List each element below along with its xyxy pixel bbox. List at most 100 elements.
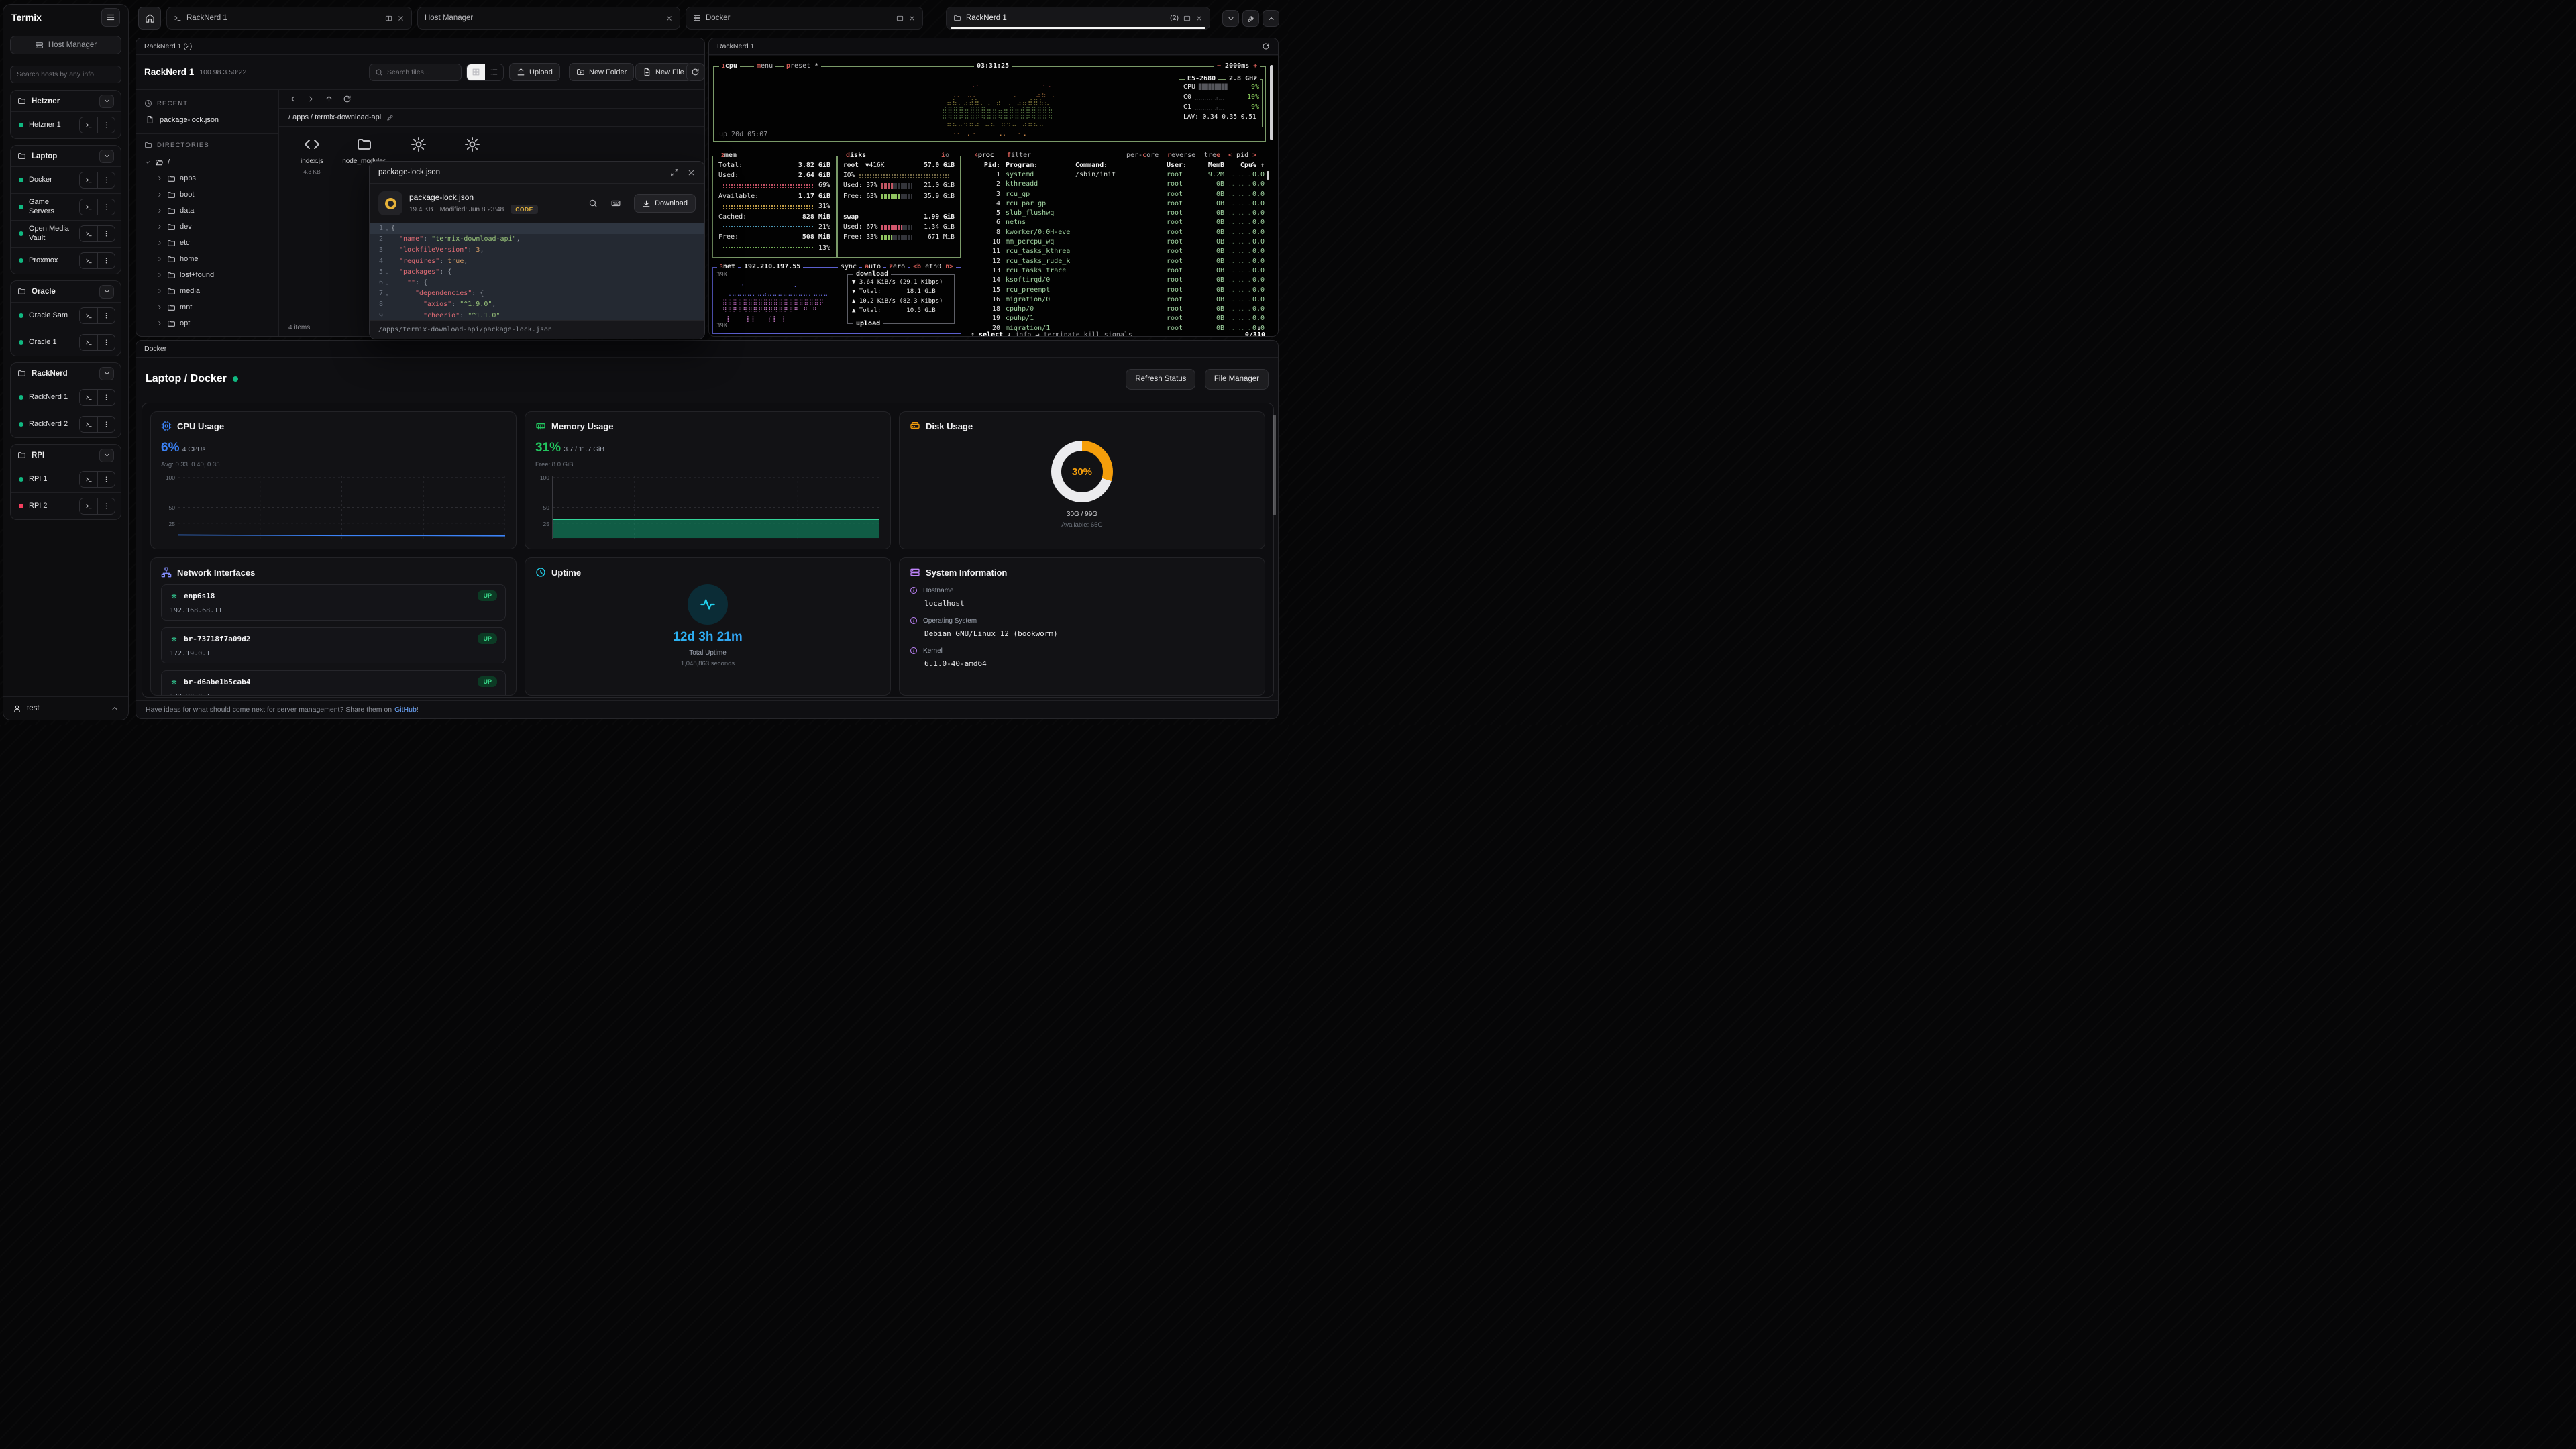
host-item-rpi-1[interactable]: RPI 1	[11, 466, 121, 492]
host-menu-button[interactable]	[97, 335, 115, 350]
host-manager-button[interactable]: Host Manager	[10, 36, 121, 54]
host-terminal-button[interactable]	[80, 253, 97, 268]
host-terminal-button[interactable]	[80, 308, 97, 323]
new-file-button[interactable]: New File	[635, 63, 692, 81]
group-collapse-button[interactable]	[99, 367, 114, 380]
home-button[interactable]	[138, 7, 161, 30]
host-item-rpi-2[interactable]: RPI 2	[11, 492, 121, 519]
file-tile-file[interactable]	[395, 136, 442, 158]
tab-docker[interactable]: Docker	[686, 7, 923, 30]
file-tile-index.js[interactable]: index.js 4.3 KB	[288, 136, 335, 175]
group-collapse-button[interactable]	[99, 285, 114, 299]
tree-item-media[interactable]: media	[144, 283, 270, 299]
group-collapse-button[interactable]	[99, 95, 114, 108]
host-terminal-button[interactable]	[80, 390, 97, 405]
tab-close-icon[interactable]	[665, 15, 673, 22]
host-menu-button[interactable]	[97, 226, 115, 241]
tab-host-manager[interactable]: Host Manager	[417, 7, 680, 30]
host-item-hetzner-1[interactable]: Hetzner 1	[11, 111, 121, 138]
tree-item-home[interactable]: home	[144, 251, 270, 267]
host-item-racknerd-2[interactable]: RackNerd 2	[11, 411, 121, 437]
tab-close-icon[interactable]	[908, 15, 916, 22]
host-terminal-button[interactable]	[80, 498, 97, 514]
tab-close-icon[interactable]	[397, 15, 405, 22]
tree-item-mnt[interactable]: mnt	[144, 299, 270, 315]
tree-item-etc[interactable]: etc	[144, 235, 270, 251]
tree-item-lost+found[interactable]: lost+found	[144, 267, 270, 283]
tree-item-apps[interactable]: apps	[144, 170, 270, 186]
split-view-icon[interactable]	[385, 15, 392, 22]
host-terminal-button[interactable]	[80, 335, 97, 350]
split-view-icon[interactable]	[1183, 15, 1191, 22]
host-terminal-button[interactable]	[80, 226, 97, 241]
expand-icon[interactable]	[670, 168, 679, 177]
host-menu-button[interactable]	[97, 117, 115, 133]
host-item-oracle-sam[interactable]: Oracle Sam	[11, 302, 121, 329]
grid-view-button[interactable]	[467, 64, 485, 80]
nav-refresh-icon[interactable]	[343, 95, 352, 103]
tree-item-opt[interactable]: opt	[144, 315, 270, 331]
tabs-collapse-button[interactable]	[1222, 10, 1239, 27]
file-tile-file[interactable]	[449, 136, 496, 158]
host-terminal-button[interactable]	[80, 117, 97, 133]
github-link[interactable]: GitHub	[394, 706, 417, 714]
terminal-screen[interactable]: 1cpu menu preset * 03:31:25 − 2000ms + ⠠…	[709, 56, 1278, 336]
tools-button[interactable]	[1242, 10, 1259, 27]
new-folder-button[interactable]: New Folder	[569, 63, 634, 81]
host-terminal-button[interactable]	[80, 472, 97, 487]
host-terminal-button[interactable]	[80, 417, 97, 432]
proc-scrollbar[interactable]	[1267, 171, 1269, 180]
recent-file-item[interactable]: package-lock.json	[144, 113, 270, 127]
host-menu-button[interactable]	[97, 199, 115, 215]
interface-br-d6abe1b5cab4[interactable]: br-d6abe1b5cab4 UP 172.20.0.1	[161, 670, 506, 696]
host-terminal-button[interactable]	[80, 172, 97, 188]
tabs-expand-button[interactable]	[1263, 10, 1279, 27]
refresh-status-button[interactable]: Refresh Status	[1126, 369, 1195, 390]
fm-refresh-button[interactable]	[686, 63, 704, 81]
tab-close-icon[interactable]	[1195, 15, 1203, 22]
group-header[interactable]: Hetzner	[11, 91, 121, 111]
host-search-input[interactable]	[10, 66, 121, 83]
host-item-docker[interactable]: Docker	[11, 166, 121, 193]
tab-racknerd-1[interactable]: RackNerd 1	[166, 7, 412, 30]
tree-item-boot[interactable]: boot	[144, 186, 270, 203]
file-manager-button[interactable]: File Manager	[1205, 369, 1269, 390]
group-header[interactable]: RackNerd	[11, 363, 121, 384]
host-item-oracle-1[interactable]: Oracle 1	[11, 329, 121, 356]
list-view-button[interactable]	[485, 64, 503, 80]
pencil-icon[interactable]	[386, 114, 394, 121]
nav-back-icon[interactable]	[288, 95, 297, 103]
split-view-icon[interactable]	[896, 15, 904, 22]
sidebar-menu-button[interactable]	[101, 8, 120, 27]
tree-root[interactable]: /	[144, 154, 270, 170]
keyboard-icon[interactable]	[611, 199, 621, 208]
host-menu-button[interactable]	[97, 308, 115, 323]
interface-enp6s18[interactable]: enp6s18 UP 192.168.68.11	[161, 584, 506, 621]
group-header[interactable]: RPI	[11, 445, 121, 466]
nav-forward-icon[interactable]	[307, 95, 315, 103]
group-header[interactable]: Laptop	[11, 146, 121, 166]
tab-racknerd-1-2[interactable]: RackNerd 1 (2)	[946, 7, 1210, 30]
host-item-racknerd-1[interactable]: RackNerd 1	[11, 384, 121, 411]
group-collapse-button[interactable]	[99, 150, 114, 163]
host-item-game-servers[interactable]: Game Servers	[11, 193, 121, 220]
nav-up-icon[interactable]	[325, 95, 333, 103]
terminal-refresh-icon[interactable]	[1262, 42, 1270, 50]
modal-search-icon[interactable]	[588, 199, 598, 208]
docker-scrollbar[interactable]	[1273, 415, 1276, 515]
interface-br-73718f7a09d2[interactable]: br-73718f7a09d2 UP 172.19.0.1	[161, 627, 506, 663]
host-menu-button[interactable]	[97, 498, 115, 514]
group-header[interactable]: Oracle	[11, 281, 121, 302]
tree-item-dev[interactable]: dev	[144, 219, 270, 235]
host-menu-button[interactable]	[97, 417, 115, 432]
host-item-open-media-vault[interactable]: Open Media Vault	[11, 220, 121, 247]
host-item-proxmox[interactable]: Proxmox	[11, 247, 121, 274]
host-menu-button[interactable]	[97, 472, 115, 487]
download-button[interactable]: Download	[634, 194, 696, 213]
user-row[interactable]: test	[3, 696, 128, 720]
host-terminal-button[interactable]	[80, 199, 97, 215]
host-menu-button[interactable]	[97, 253, 115, 268]
code-viewer[interactable]: 1⌄{ 2"name": "termix-download-api", 3"lo…	[370, 223, 704, 321]
upload-button[interactable]: Upload	[509, 63, 560, 81]
group-collapse-button[interactable]	[99, 449, 114, 462]
